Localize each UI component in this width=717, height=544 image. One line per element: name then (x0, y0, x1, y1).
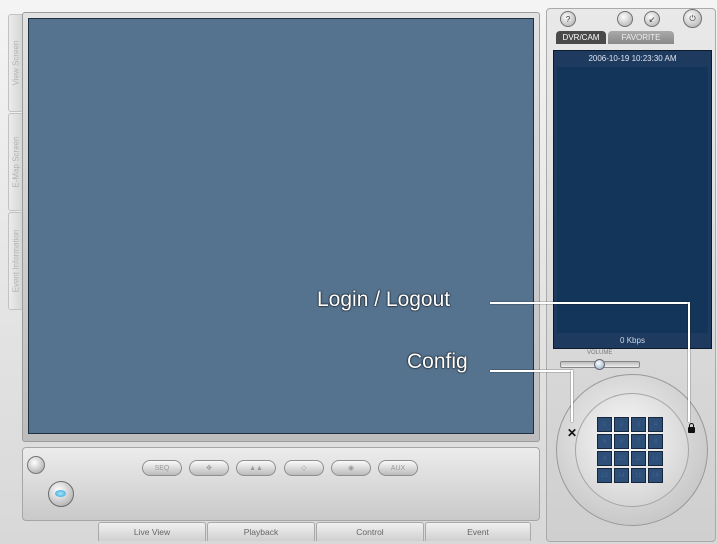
camera-cell[interactable]: 2 (614, 417, 629, 432)
snapshot-button[interactable]: ◉ (331, 460, 371, 476)
restore-icon[interactable]: ↙ (644, 11, 660, 27)
camera-split-grid: 1 2 3 4 5 6 7 8 9 10 11 12 13 14 15 16 (597, 417, 663, 483)
camera-cell[interactable]: 5 (597, 434, 612, 449)
camera-cell[interactable]: 16 (648, 468, 663, 483)
timestamp: 2006-10-19 10:23:30 AM (588, 54, 677, 63)
camera-cell[interactable]: 11 (631, 451, 646, 466)
seq-button[interactable]: SEQ (142, 460, 182, 476)
camera-cell[interactable]: 3 (631, 417, 646, 432)
power-icon[interactable]: ⏻ (683, 9, 702, 28)
tab-playback[interactable]: Playback (207, 522, 315, 541)
help-icon[interactable]: ? (560, 11, 576, 27)
config-callout-line-v (571, 370, 573, 422)
camera-cell[interactable]: 7 (631, 434, 646, 449)
config-callout-line-h (490, 370, 572, 372)
config-wrench-icon[interactable]: ✕ (567, 426, 577, 440)
control-bar (22, 447, 540, 521)
ptz-small-icon[interactable] (27, 456, 45, 474)
login-callout-line-v (688, 302, 690, 422)
joystick-knob-icon[interactable] (48, 481, 74, 507)
config-callout: Config (407, 350, 468, 373)
tab-dvr-cam[interactable]: DVR/CAM (556, 31, 606, 44)
camera-cell[interactable]: 9 (597, 451, 612, 466)
minimize-icon[interactable] (617, 11, 633, 27)
focus-button[interactable]: ◇ (284, 460, 324, 476)
left-tab-label: E-Map Screen (11, 136, 21, 188)
zoom-button[interactable]: ▲▲ (236, 460, 276, 476)
camera-cell[interactable]: 6 (614, 434, 629, 449)
camera-cell[interactable]: 12 (648, 451, 663, 466)
camera-tree[interactable] (557, 67, 708, 333)
ptz-button[interactable]: ✥ (189, 460, 229, 476)
camera-cell[interactable]: 10 (614, 451, 629, 466)
aux-button[interactable]: AUX (378, 460, 418, 476)
tab-favorite[interactable]: FAVORITE (608, 31, 674, 44)
left-tab-label: View Screen (11, 40, 21, 86)
volume-slider-handle[interactable] (594, 359, 605, 370)
camera-cell[interactable]: 15 (631, 468, 646, 483)
tab-live-view[interactable]: Live View (98, 522, 206, 541)
login-callout-line-h (490, 302, 689, 304)
login-lock-icon[interactable] (688, 423, 695, 433)
camera-cell[interactable]: 4 (648, 417, 663, 432)
left-tab-label: Event Information (11, 229, 21, 293)
camera-cell[interactable]: 14 (614, 468, 629, 483)
login-logout-callout: Login / Logout (317, 288, 451, 311)
camera-cell[interactable]: 8 (648, 434, 663, 449)
volume-label: VOLUME (587, 350, 613, 356)
tab-control[interactable]: Control (316, 522, 424, 541)
tab-event[interactable]: Event (425, 522, 531, 541)
camera-cell[interactable]: 1 (597, 417, 612, 432)
camera-cell[interactable]: 13 (597, 468, 612, 483)
